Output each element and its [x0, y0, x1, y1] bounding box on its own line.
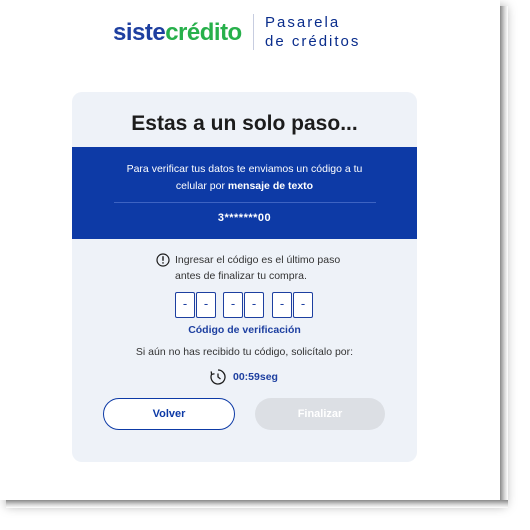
resend-text: Si aún no has recibido tu código, solicí…: [135, 346, 354, 358]
masked-phone-number: 3*******00: [217, 212, 272, 224]
back-button[interactable]: Volver: [103, 398, 235, 430]
gateway-title: Pasarela de créditos: [265, 13, 360, 51]
otp-digit-5[interactable]: -: [272, 292, 292, 318]
banner-text: Para verificar tus datos te enviamos un …: [72, 161, 417, 195]
banner-text-bold: mensaje de texto: [227, 180, 314, 192]
header: sistecrédito Pasarela de créditos: [0, 0, 500, 70]
info-banner: Para verificar tus datos te enviamos un …: [72, 147, 417, 239]
info-circle-icon: [156, 253, 170, 267]
finish-button[interactable]: Finalizar: [255, 398, 385, 430]
frame-shadow-bottom: [6, 500, 508, 508]
otp-digit-3[interactable]: -: [223, 292, 243, 318]
otp-digit-6[interactable]: -: [293, 292, 313, 318]
notice: Ingresar el código es el último paso ant…: [156, 252, 356, 284]
resend-timer: 00:59seg: [209, 368, 329, 388]
gateway-title-line1: Pasarela: [265, 14, 341, 31]
brand-divider: [253, 14, 254, 50]
notice-line1: Ingresar el código es el último paso: [175, 254, 341, 266]
gateway-title-line2: de créditos: [265, 33, 361, 50]
banner-text-prefix: celular por: [175, 180, 225, 192]
stopwatch-icon: [210, 369, 226, 385]
brand-logo-part1: siste: [113, 19, 166, 46]
brand-logo: sistecrédito: [113, 19, 242, 47]
banner-divider: [114, 202, 376, 203]
notice-text: Ingresar el código es el último paso ant…: [175, 252, 356, 284]
page-frame: sistecrédito Pasarela de créditos Estas …: [0, 0, 500, 500]
banner-text-line1: Para verificar tus datos te enviamos un …: [126, 163, 363, 175]
otp-digit-4[interactable]: -: [244, 292, 264, 318]
card-title: Estas a un solo paso...: [131, 112, 358, 135]
frame-shadow-right: [500, 6, 508, 504]
otp-input-group: - - - - - -: [175, 292, 317, 318]
timer-text: 00:59seg: [233, 371, 278, 383]
otp-digit-1[interactable]: -: [175, 292, 195, 318]
otp-digit-2[interactable]: -: [196, 292, 216, 318]
verification-card: Estas a un solo paso... Para verificar t…: [72, 92, 417, 462]
otp-label: Código de verificación: [188, 324, 301, 336]
brand-logo-part2: crédito: [165, 19, 242, 46]
banner-text-line2: celular por mensaje de texto: [72, 178, 417, 195]
notice-line2: antes de finalizar tu compra.: [175, 270, 307, 282]
